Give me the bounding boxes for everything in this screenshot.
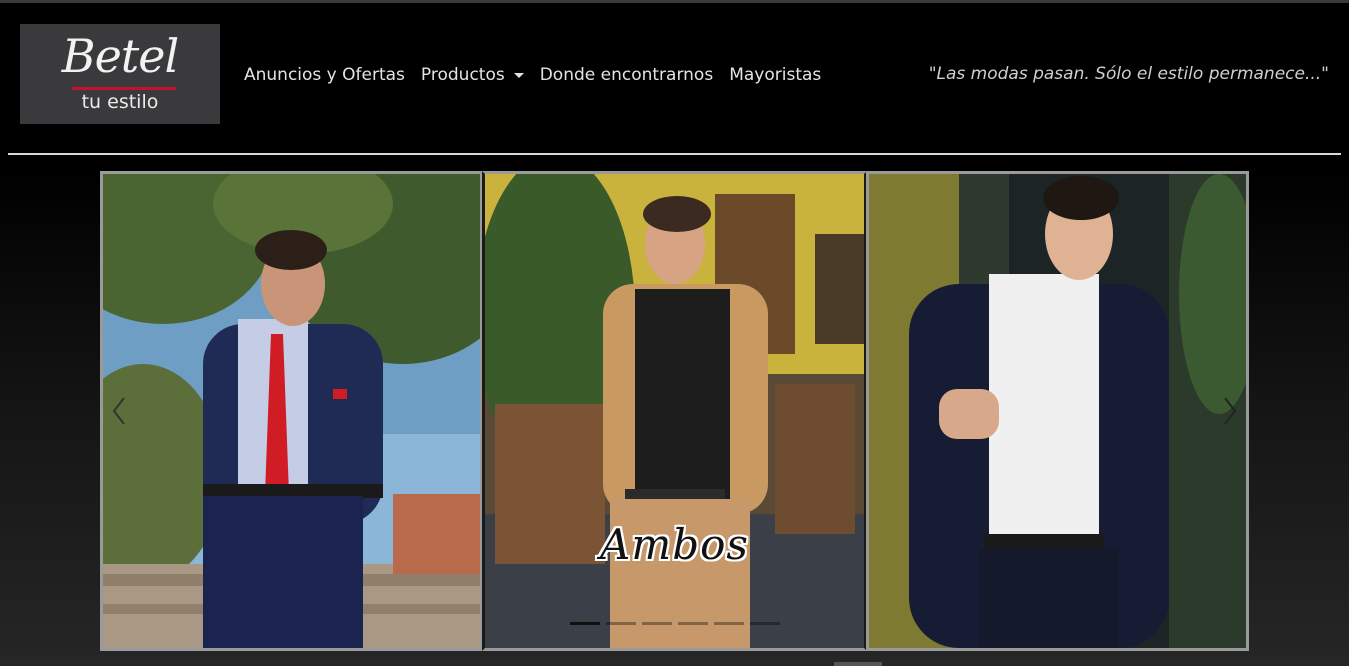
slogan: "Las modas pasan. Sólo el estilo permane… bbox=[928, 64, 1329, 84]
carousel-prev-button[interactable] bbox=[104, 391, 134, 431]
carousel-indicator-1[interactable] bbox=[570, 622, 600, 625]
nav-link-productos-label: Productos bbox=[420, 65, 505, 85]
chevron-left-icon bbox=[112, 397, 125, 425]
logo-wordmark: Betel bbox=[61, 29, 179, 83]
slide-2-image bbox=[485, 174, 864, 648]
carousel-indicator-4[interactable] bbox=[678, 622, 708, 625]
slide-1-image bbox=[103, 174, 480, 648]
nav-dropdown-productos[interactable]: Productos bbox=[421, 65, 524, 85]
carousel-slide-3 bbox=[866, 171, 1249, 651]
main-nav: Anuncios y Ofertas Productos Donde encon… bbox=[244, 62, 837, 88]
carousel-indicator-2[interactable] bbox=[606, 622, 636, 625]
horizontal-scroll-thumb[interactable] bbox=[834, 662, 882, 666]
brand-logo[interactable]: Betel tu estilo bbox=[20, 24, 220, 124]
carousel-slide-2 bbox=[482, 171, 867, 651]
carousel-next-button[interactable] bbox=[1215, 391, 1245, 431]
nav-link-mayoristas[interactable]: Mayoristas bbox=[729, 65, 821, 85]
slide-3-image bbox=[869, 174, 1246, 648]
caret-down-icon bbox=[513, 72, 524, 78]
nav-link-anuncios[interactable]: Anuncios y Ofertas bbox=[244, 65, 405, 85]
header-divider bbox=[8, 153, 1341, 155]
carousel-indicator-5[interactable] bbox=[714, 622, 744, 625]
chevron-right-icon bbox=[1224, 397, 1237, 425]
product-carousel: Ambos bbox=[100, 171, 1249, 651]
carousel-indicators bbox=[570, 622, 780, 625]
logo-subtitle: tu estilo bbox=[81, 91, 159, 113]
slide-caption: Ambos bbox=[600, 520, 749, 569]
carousel-slide-1 bbox=[100, 171, 483, 651]
nav-link-donde-encontrarnos[interactable]: Donde encontrarnos bbox=[540, 65, 713, 85]
carousel-indicator-6[interactable] bbox=[750, 622, 780, 625]
window-top-border bbox=[0, 0, 1349, 3]
carousel-indicator-3[interactable] bbox=[642, 622, 672, 625]
